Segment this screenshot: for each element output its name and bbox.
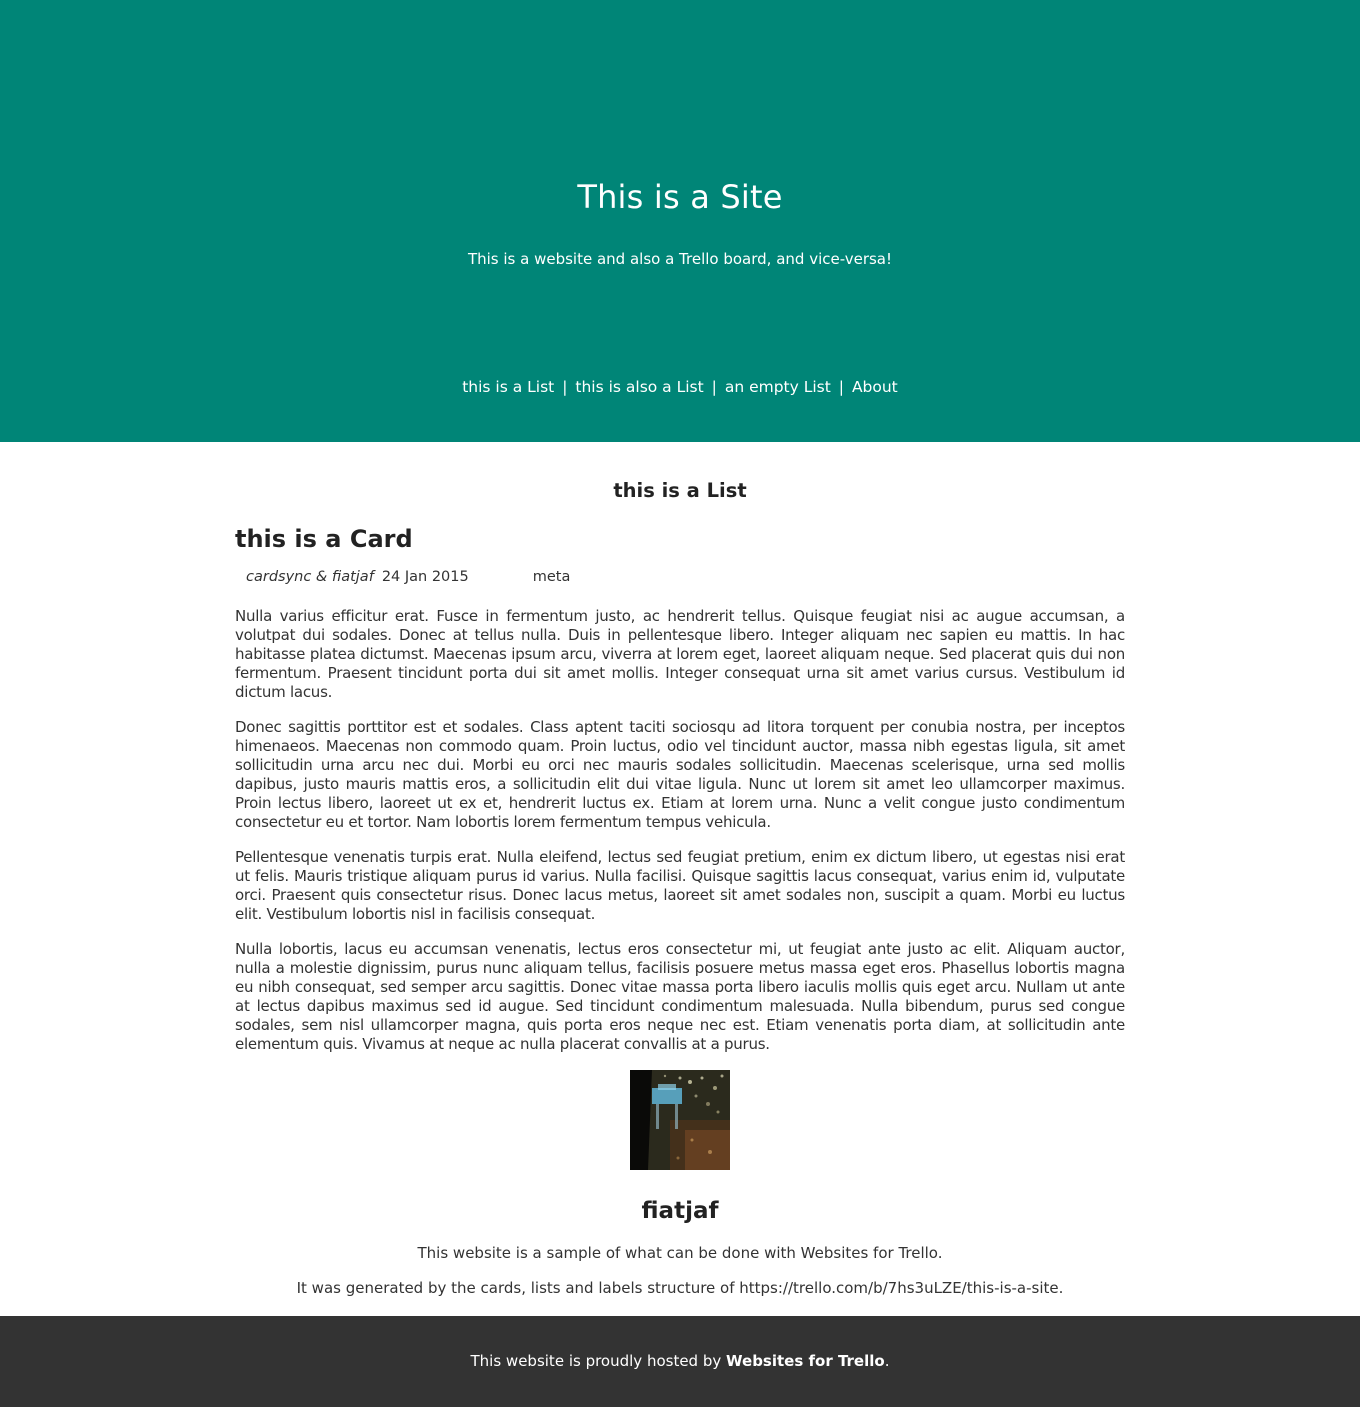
footer-link-websites-for-trello[interactable]: Websites for Trello [726,1352,885,1370]
card-authors: cardsync & fiatjaf [246,569,374,585]
card-paragraph: Nulla lobortis, lacus eu accumsan venena… [235,940,1125,1053]
list-title: this is a List [613,479,747,502]
about-line-1: This website is a sample of what can be … [417,1244,943,1262]
card-paragraph: Nulla varius efficitur erat. Fusce in fe… [235,607,1125,701]
footer-prefix: This website is proudly hosted by [470,1352,727,1370]
site-footer: This website is proudly hosted by Websit… [0,1316,1360,1407]
card-meta: cardsync & fiatjaf 24 Jan 2015 meta [235,565,1125,607]
nav-link-this-is-also-a-list[interactable]: this is also a List [575,378,703,396]
card-date: 24 Jan 2015 [381,569,469,585]
site-title: This is a Site [577,178,783,216]
nav-link-this-is-a-list[interactable]: this is a List [462,378,554,396]
about-section: fiatjaf This website is a sample of what… [235,1070,1125,1314]
card-body: Nulla varius efficitur erat. Fusce in fe… [235,607,1125,1054]
nav-separator: | [838,378,844,396]
nav-link-an-empty-list[interactable]: an empty List [725,378,831,396]
footer-suffix: . [884,1352,890,1370]
avatar-wrap [235,1070,1125,1174]
avatar [630,1070,730,1170]
main-content: this is a List this is a Card cardsync &… [235,442,1125,1314]
card-title[interactable]: this is a Card [235,522,1125,565]
card-paragraph: Donec sagittis porttitor est et sodales.… [235,718,1125,831]
site-header: This is a Site This is a website and als… [0,0,1360,442]
site-subtitle: This is a website and also a Trello boar… [467,250,893,268]
main-nav: this is a List | this is also a List | a… [0,378,1360,396]
avatar-photo-icon [630,1070,730,1170]
nav-separator: | [562,378,568,396]
card-label[interactable]: meta [533,569,571,585]
nav-link-about[interactable]: About [852,378,898,396]
card: this is a Card cardsync & fiatjaf 24 Jan… [235,522,1125,1054]
nav-separator: | [711,378,717,396]
about-name: fiatjaf [641,1198,719,1224]
card-paragraph: Pellentesque venenatis turpis erat. Null… [235,848,1125,923]
about-line-2: It was generated by the cards, lists and… [296,1279,1064,1297]
